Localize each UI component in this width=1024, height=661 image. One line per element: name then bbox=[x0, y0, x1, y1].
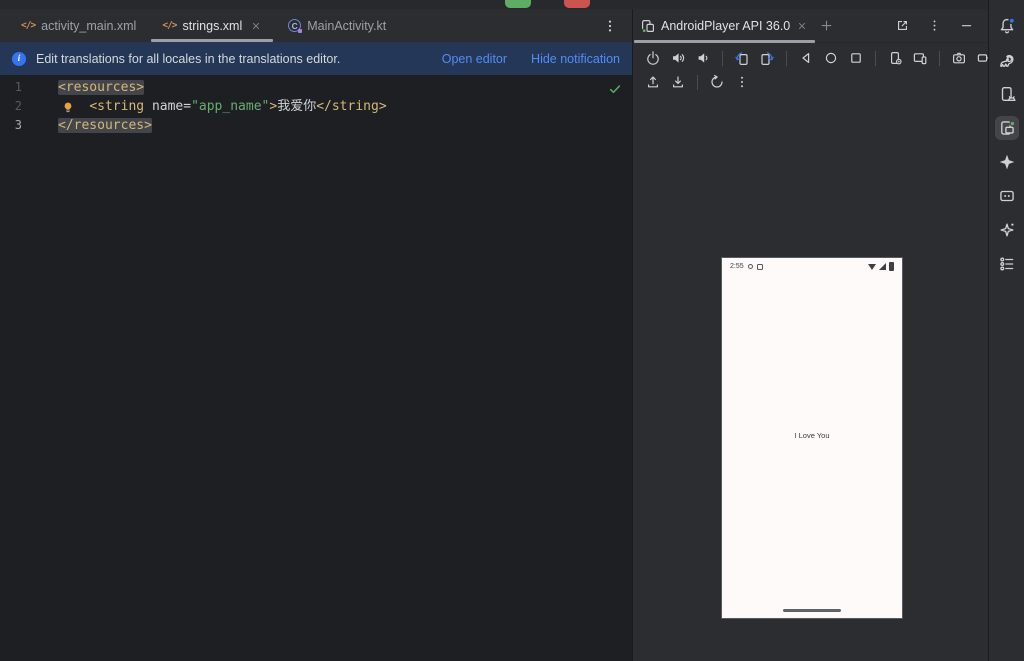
code-line: 1 <resources> bbox=[0, 78, 632, 97]
running-devices-panel: AndroidPlayer API 36.0 2:55 I Love You bbox=[632, 9, 1024, 661]
xml-tag: </string> bbox=[316, 99, 387, 114]
gemini-button[interactable] bbox=[995, 150, 1019, 174]
open-in-new-window-icon[interactable] bbox=[892, 16, 912, 36]
intention-bulb-icon[interactable] bbox=[62, 101, 74, 118]
alarm-icon bbox=[747, 264, 753, 269]
gesture-navigation-pill[interactable] bbox=[783, 609, 841, 612]
logcat-button[interactable] bbox=[995, 184, 1019, 208]
close-device-tab-icon[interactable] bbox=[796, 20, 808, 32]
string-resource-text: 我爱你 bbox=[277, 99, 317, 114]
home-button[interactable] bbox=[821, 48, 841, 68]
banner-message: Edit translations for all locales in the… bbox=[36, 51, 341, 66]
emulator-screen[interactable]: 2:55 I Love You bbox=[722, 258, 902, 618]
device-settings-button[interactable] bbox=[885, 48, 905, 68]
app-hello-text: I Love You bbox=[794, 431, 830, 440]
emulator-toolbar bbox=[633, 43, 1024, 94]
xml-file-icon: </> bbox=[21, 20, 36, 31]
download-file-button[interactable] bbox=[668, 72, 688, 92]
snapshots-button[interactable] bbox=[707, 72, 727, 92]
overview-button[interactable] bbox=[846, 48, 866, 68]
notifications-button[interactable] bbox=[995, 14, 1019, 38]
phone-status-bar: 2:55 bbox=[722, 258, 902, 271]
close-tab-icon[interactable] bbox=[250, 20, 262, 32]
right-tool-window-strip bbox=[988, 0, 1024, 661]
screenshot-notification-icon bbox=[756, 263, 763, 270]
xml-file-icon: </> bbox=[162, 20, 177, 31]
rotate-left-button[interactable] bbox=[732, 48, 752, 68]
wifi-icon bbox=[868, 263, 876, 270]
add-device-tab-icon[interactable] bbox=[816, 16, 836, 36]
rotate-right-button[interactable] bbox=[757, 48, 777, 68]
minimize-panel-icon[interactable] bbox=[956, 16, 976, 36]
gradle-button[interactable] bbox=[995, 48, 1019, 72]
translations-notification-banner: i Edit translations for all locales in t… bbox=[0, 42, 632, 75]
signal-icon bbox=[879, 263, 886, 270]
tab-label: MainActivity.kt bbox=[307, 18, 387, 33]
line-number: 2 bbox=[14, 99, 22, 113]
xml-tag: </resources> bbox=[58, 118, 152, 133]
emulator-more-options-icon[interactable] bbox=[732, 72, 752, 92]
tab-strings-xml[interactable]: </> strings.xml bbox=[149, 9, 275, 42]
device-panel-header: AndroidPlayer API 36.0 bbox=[633, 9, 988, 43]
tab-label: strings.xml bbox=[182, 18, 243, 33]
stop-button[interactable] bbox=[564, 0, 590, 8]
line-number: 3 bbox=[14, 118, 22, 132]
upload-file-button[interactable] bbox=[643, 72, 663, 92]
code-line: 2 <string name="app_name">我爱你</string> bbox=[0, 97, 632, 116]
xml-attr-value: "app_name" bbox=[191, 99, 270, 114]
running-device-icon bbox=[641, 19, 655, 33]
editor-options-menu-icon[interactable] bbox=[602, 18, 618, 34]
status-time: 2:55 bbox=[730, 263, 744, 270]
open-editor-link[interactable]: Open editor bbox=[442, 52, 507, 66]
back-button[interactable] bbox=[796, 48, 816, 68]
android-studio-window: </> activity_main.xml </> strings.xml C … bbox=[0, 0, 1024, 661]
editor-column: </> activity_main.xml </> strings.xml C … bbox=[0, 9, 632, 661]
tab-activity-main-xml[interactable]: </> activity_main.xml bbox=[8, 9, 149, 42]
ai-assistant-button[interactable] bbox=[995, 218, 1019, 242]
device-tab-title: AndroidPlayer API 36.0 bbox=[661, 18, 791, 33]
emulator-toolbar-row-2 bbox=[643, 72, 978, 92]
hide-notification-link[interactable]: Hide notification bbox=[531, 52, 620, 66]
screenshot-button[interactable] bbox=[949, 48, 969, 68]
inspections-ok-icon[interactable] bbox=[608, 82, 622, 100]
device-manager-button[interactable] bbox=[995, 82, 1019, 106]
running-devices-button[interactable] bbox=[994, 116, 1019, 140]
code-line: 3 </resources> bbox=[0, 116, 632, 135]
power-button[interactable] bbox=[643, 48, 663, 68]
code-editor[interactable]: 1 <resources> 2 <string name="app_name">… bbox=[0, 75, 632, 661]
tab-label: activity_main.xml bbox=[41, 18, 137, 33]
tab-mainactivity-kt[interactable]: C MainActivity.kt bbox=[275, 9, 399, 42]
volume-down-button[interactable] bbox=[693, 48, 713, 68]
line-number: 1 bbox=[14, 80, 22, 94]
xml-tag: <resources> bbox=[58, 80, 145, 95]
xml-attr-name: name bbox=[151, 99, 184, 114]
editor-tab-bar: </> activity_main.xml </> strings.xml C … bbox=[0, 9, 632, 42]
info-icon: i bbox=[12, 51, 26, 66]
panel-options-menu-icon[interactable] bbox=[924, 16, 944, 36]
structure-button[interactable] bbox=[995, 252, 1019, 276]
kotlin-class-icon: C bbox=[288, 19, 303, 33]
external-display-button[interactable] bbox=[910, 48, 930, 68]
battery-icon bbox=[889, 262, 894, 271]
xml-tag: <string bbox=[89, 99, 145, 114]
volume-up-button[interactable] bbox=[668, 48, 688, 68]
device-tab[interactable]: AndroidPlayer API 36.0 bbox=[633, 9, 816, 43]
emulator-toolbar-row-1 bbox=[643, 48, 1024, 68]
main-toolbar-strip bbox=[0, 0, 1024, 9]
run-button[interactable] bbox=[505, 0, 531, 8]
